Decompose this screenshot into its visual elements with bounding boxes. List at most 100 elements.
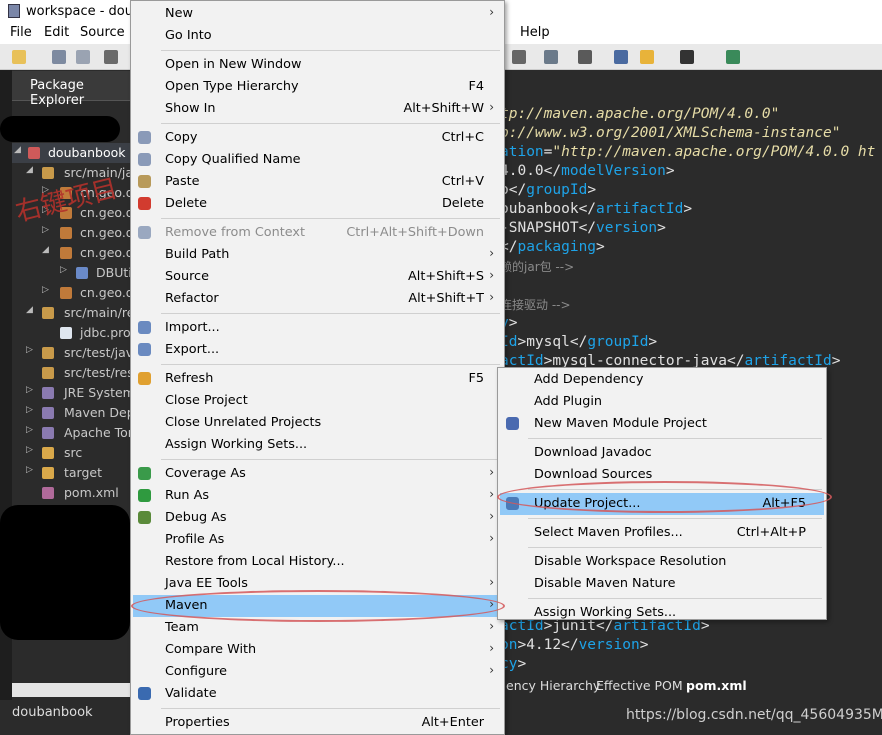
menu-item-select-maven-profiles[interactable]: Select Maven Profiles... Ctrl+Alt+P — [500, 522, 824, 544]
menu-item-go-into[interactable]: Go Into — [133, 25, 502, 47]
code-line: tp://maven.apache.org/POM/4.0.0" — [500, 106, 780, 122]
annotation-nav-icon[interactable] — [544, 50, 558, 64]
menu-item-compare-with[interactable]: Compare With › — [133, 639, 502, 661]
last-edit-icon[interactable] — [614, 50, 628, 64]
menu-item-assign-working-sets[interactable]: Assign Working Sets... — [133, 434, 502, 456]
coverage-icon — [138, 467, 151, 480]
menu-item-validate[interactable]: Validate — [133, 683, 502, 705]
folder-icon — [42, 447, 54, 459]
tab-effective-pom[interactable]: Effective POM — [596, 678, 683, 693]
submenu-arrow-icon: › — [489, 487, 494, 501]
tree-row[interactable]: ◢ cn.geo.d — [12, 243, 134, 263]
menu-item-disable-maven-nature[interactable]: Disable Maven Nature — [500, 573, 824, 595]
menu-item-delete[interactable]: Delete Delete — [133, 193, 502, 215]
menu-item-label: Add Dependency — [534, 372, 644, 387]
menu-item-new[interactable]: New › — [133, 3, 502, 25]
submenu-arrow-icon: › — [489, 5, 494, 19]
submenu-arrow-icon: › — [489, 290, 494, 304]
tree-row[interactable]: src/test/res — [12, 363, 134, 383]
menu-item-team[interactable]: Team › — [133, 617, 502, 639]
menu-item-add-plugin[interactable]: Add Plugin — [500, 391, 824, 413]
menu-help[interactable]: Help — [520, 25, 550, 40]
tree-row[interactable]: ▷ src — [12, 443, 134, 463]
update-project-icon — [506, 497, 519, 510]
menu-item-show-in[interactable]: Show In Alt+Shift+W › — [133, 98, 502, 120]
menu-item-java-ee-tools[interactable]: Java EE Tools › — [133, 573, 502, 595]
tree-row[interactable]: ▷ Maven Dep — [12, 403, 134, 423]
code-line: oubanbook</artifactId> — [500, 201, 693, 217]
menu-item-run-as[interactable]: Run As › — [133, 485, 502, 507]
submenu-arrow-icon: › — [489, 641, 494, 655]
menu-item-update-project[interactable]: Update Project... Alt+F5 — [500, 493, 824, 515]
menu-item-label: Open in New Window — [165, 57, 302, 72]
tree-row[interactable]: ▷ DBUti — [12, 263, 134, 283]
menu-item-label: Disable Workspace Resolution — [534, 554, 727, 569]
tree-row[interactable]: ▷ cn.geo.d — [12, 283, 134, 303]
folder-icon — [42, 467, 54, 479]
menu-item-open-type-hierarchy[interactable]: Open Type Hierarchy F4 — [133, 76, 502, 98]
tab-dependency-hierarchy[interactable]: ency Hierarchy — [506, 678, 600, 693]
java-file-icon — [76, 267, 88, 279]
tree-row[interactable]: ▷ Apache Tor — [12, 423, 134, 443]
menu-item-coverage-as[interactable]: Coverage As › — [133, 463, 502, 485]
menu-file[interactable]: File — [10, 25, 32, 40]
menu-item-close-project[interactable]: Close Project — [133, 390, 502, 412]
menu-item-new-maven-module-project[interactable]: New Maven Module Project — [500, 413, 824, 435]
back-icon[interactable] — [640, 50, 654, 64]
tree-row[interactable]: ◢ src/main/re — [12, 303, 134, 323]
menu-item-maven[interactable]: Maven › — [133, 595, 502, 617]
menu-item-label: Profile As — [165, 532, 225, 547]
menu-item-export[interactable]: Export... — [133, 339, 502, 361]
menu-item-label: New — [165, 6, 193, 21]
menu-item-assign-working-sets[interactable]: Assign Working Sets... — [500, 602, 824, 624]
menu-item-label: Restore from Local History... — [165, 554, 345, 569]
menu-item-profile-as[interactable]: Profile As › — [133, 529, 502, 551]
tree-row[interactable]: pom.xml — [12, 483, 134, 503]
menu-item-debug-as[interactable]: Debug As › — [133, 507, 502, 529]
menu-item-open-in-new-window[interactable]: Open in New Window — [133, 54, 502, 76]
menu-item-paste[interactable]: Paste Ctrl+V — [133, 171, 502, 193]
menu-item-disable-workspace-resolution[interactable]: Disable Workspace Resolution — [500, 551, 824, 573]
maven-module-icon — [506, 417, 519, 430]
menu-item-download-sources[interactable]: Download Sources — [500, 464, 824, 486]
menu-item-restore-from-local-history[interactable]: Restore from Local History... — [133, 551, 502, 573]
save-all-icon[interactable] — [76, 50, 90, 64]
package-explorer-tab[interactable]: Package Explorer — [12, 71, 134, 108]
menu-item-properties[interactable]: Properties Alt+Enter — [133, 712, 502, 734]
tab-pom-xml[interactable]: pom.xml — [686, 678, 747, 693]
shortcut-label: Ctrl+V — [441, 174, 484, 189]
tree-row[interactable]: ▷ target — [12, 463, 134, 483]
outline-icon[interactable] — [578, 50, 592, 64]
menu-item-add-dependency[interactable]: Add Dependency — [500, 369, 824, 391]
menu-item-label: Refactor — [165, 291, 219, 306]
menu-item-copy-qualified-name[interactable]: Copy Qualified Name — [133, 149, 502, 171]
new-icon[interactable] — [12, 50, 26, 64]
tree-row[interactable]: ▷ JRE System — [12, 383, 134, 403]
import-icon — [138, 321, 151, 334]
menu-source[interactable]: Source — [80, 25, 125, 40]
open-perspective-icon[interactable] — [726, 50, 740, 64]
menu-item-refactor[interactable]: Refactor Alt+Shift+T › — [133, 288, 502, 310]
horizontal-scrollbar[interactable] — [12, 683, 132, 697]
tree-row[interactable]: jdbc.pro — [12, 323, 134, 343]
menu-item-download-javadoc[interactable]: Download Javadoc — [500, 442, 824, 464]
nav-dropdown-icon[interactable] — [512, 50, 526, 64]
save-icon[interactable] — [52, 50, 66, 64]
menu-item-copy[interactable]: Copy Ctrl+C — [133, 127, 502, 149]
menu-item-refresh[interactable]: Refresh F5 — [133, 368, 502, 390]
menu-edit[interactable]: Edit — [44, 25, 69, 40]
print-icon[interactable] — [104, 50, 118, 64]
tree-row-project[interactable]: ◢ doubanbook — [12, 143, 134, 163]
menu-item-close-unrelated-projects[interactable]: Close Unrelated Projects — [133, 412, 502, 434]
menu-item-label: Delete — [165, 196, 208, 211]
menu-item-label: Go Into — [165, 28, 212, 43]
menu-item-source[interactable]: Source Alt+Shift+S › — [133, 266, 502, 288]
menu-item-import[interactable]: Import... — [133, 317, 502, 339]
tree-row[interactable]: ▷ src/test/java — [12, 343, 134, 363]
menu-item-label: Maven — [165, 598, 208, 613]
menu-item-build-path[interactable]: Build Path › — [133, 244, 502, 266]
menu-item-label: Remove from Context — [165, 225, 305, 240]
code-line: -SNAPSHOT</version> — [500, 220, 666, 236]
forward-icon[interactable] — [680, 50, 694, 64]
menu-item-configure[interactable]: Configure › — [133, 661, 502, 683]
